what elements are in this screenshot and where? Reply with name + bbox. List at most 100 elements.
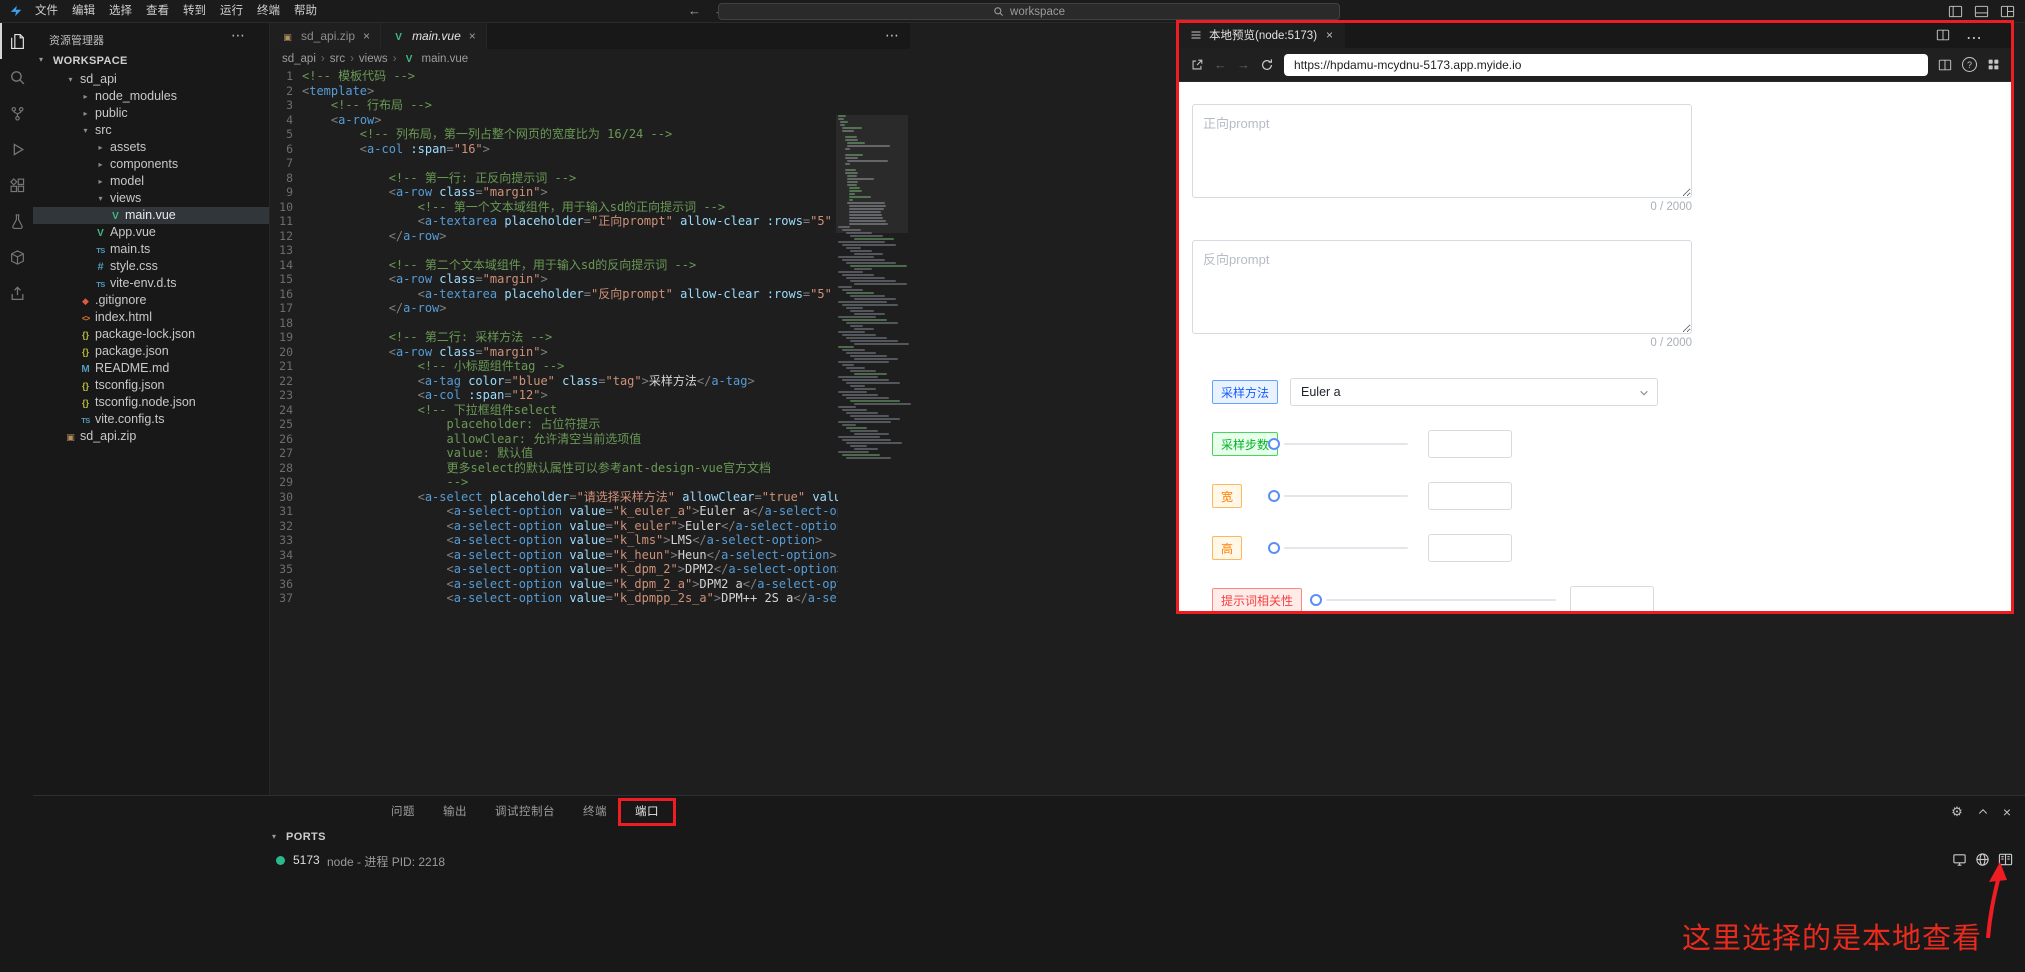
tree-item-views[interactable]: ▾views — [33, 190, 269, 207]
share-icon[interactable] — [0, 275, 33, 311]
browser-forward-icon[interactable]: → — [1237, 57, 1250, 72]
tree-item-main.vue[interactable]: main.vue — [33, 207, 269, 224]
steps-input[interactable] — [1428, 430, 1512, 458]
tree-item-tsconfig.json[interactable]: tsconfig.json — [33, 377, 269, 394]
more-actions-icon[interactable]: ⋯ — [1966, 28, 1982, 48]
remote-explorer-icon[interactable] — [0, 239, 33, 275]
testing-icon[interactable] — [0, 203, 33, 239]
settings-gear-icon[interactable]: ⚙ — [1951, 804, 1963, 820]
source-control-icon[interactable] — [0, 95, 33, 131]
tree-item-sd_api[interactable]: ▾sd_api — [33, 71, 269, 88]
height-slider-track[interactable] — [1284, 547, 1408, 549]
menubar-item[interactable]: 选择 — [102, 0, 139, 22]
chevron-up-icon[interactable] — [1977, 806, 1989, 818]
close-preview-icon[interactable]: × — [1326, 28, 1333, 42]
height-slider-handle[interactable] — [1268, 542, 1280, 554]
negative-prompt-textarea[interactable] — [1192, 240, 1692, 334]
command-center-search[interactable]: workspace — [718, 3, 1340, 20]
tree-item-assets[interactable]: ▸assets — [33, 139, 269, 156]
width-input[interactable] — [1428, 482, 1512, 510]
run-and-debug-icon[interactable] — [0, 131, 33, 167]
tree-item-vite.config.ts[interactable]: vite.config.ts — [33, 411, 269, 428]
cfg-slider-handle[interactable] — [1310, 594, 1322, 606]
close-tab-icon[interactable]: × — [469, 29, 476, 43]
code-line: placeholder: 占位符提示 — [302, 417, 838, 432]
explorer-icon[interactable] — [0, 23, 33, 59]
refresh-icon[interactable] — [1260, 58, 1274, 72]
tree-item-vite-env.d.ts[interactable]: vite-env.d.ts — [33, 275, 269, 292]
search-icon[interactable] — [0, 59, 33, 95]
url-bar[interactable]: https://hpdamu-mcydnu-5173.app.myide.io — [1284, 54, 1928, 76]
steps-slider-handle[interactable] — [1268, 438, 1280, 450]
tree-item-README.md[interactable]: README.md — [33, 360, 269, 377]
close-tab-icon[interactable]: × — [363, 29, 370, 43]
tree-item-main.ts[interactable]: main.ts — [33, 241, 269, 258]
history-back-icon[interactable]: ← — [688, 0, 701, 22]
open-external-icon[interactable] — [1190, 58, 1204, 72]
panel-tab[interactable]: 问题 — [377, 796, 429, 828]
workspace-section-header[interactable]: ▾ WORKSPACE — [33, 53, 269, 71]
local-preview-icon[interactable] — [1998, 852, 2013, 867]
json-file-icon — [78, 326, 93, 344]
height-input[interactable] — [1428, 534, 1512, 562]
breadcrumb-item[interactable]: sd_api — [282, 53, 316, 65]
steps-slider-track[interactable] — [1284, 443, 1408, 445]
tree-item-index.html[interactable]: index.html — [33, 309, 269, 326]
minimap-viewport[interactable] — [836, 115, 908, 233]
cfg-input[interactable] — [1570, 586, 1654, 612]
width-slider-handle[interactable] — [1268, 490, 1280, 502]
panel-tab[interactable]: 终端 — [569, 796, 621, 828]
tree-item-package-lock.json[interactable]: package-lock.json — [33, 326, 269, 343]
menubar-item[interactable]: 查看 — [139, 0, 176, 22]
positive-prompt-textarea[interactable] — [1192, 104, 1692, 198]
tree-item-sd_api.zip[interactable]: sd_api.zip — [33, 428, 269, 445]
tree-item-style.css[interactable]: style.css — [33, 258, 269, 275]
toggle-sidebar-icon[interactable] — [1948, 4, 1963, 19]
close-panel-icon[interactable]: × — [2003, 804, 2011, 820]
customize-layout-icon[interactable] — [2000, 4, 2015, 19]
breadcrumb-item[interactable]: main.vue — [422, 53, 469, 65]
tree-item-package.json[interactable]: package.json — [33, 343, 269, 360]
menubar-item[interactable]: 运行 — [213, 0, 250, 22]
editor-more-actions-icon[interactable]: ⋯ — [885, 27, 900, 44]
panel-tab[interactable]: 端口 — [621, 796, 673, 828]
minimap[interactable] — [838, 115, 906, 460]
tree-item-src[interactable]: ▾src — [33, 122, 269, 139]
ports-section-header[interactable]: ▾ PORTS — [33, 828, 2025, 850]
tree-item-tsconfig.node.json[interactable]: tsconfig.node.json — [33, 394, 269, 411]
tree-item-components[interactable]: ▸components — [33, 156, 269, 173]
menubar-item[interactable]: 文件 — [28, 0, 65, 22]
help-icon[interactable]: ? — [1962, 57, 1977, 72]
menubar-item[interactable]: 终端 — [250, 0, 287, 22]
browser-back-icon[interactable]: ← — [1214, 57, 1227, 72]
preview-tab[interactable]: 本地预览(node:5173) × — [1178, 22, 1345, 48]
width-slider-track[interactable] — [1284, 495, 1408, 497]
tree-item-model[interactable]: ▸model — [33, 173, 269, 190]
apps-grid-icon[interactable] — [1987, 58, 2000, 71]
device-preview-icon[interactable] — [1952, 852, 1967, 867]
split-view-icon[interactable] — [1938, 58, 1952, 72]
extensions-icon[interactable] — [0, 167, 33, 203]
menubar-item[interactable]: 编辑 — [65, 0, 102, 22]
breadcrumb-separator: › — [321, 53, 325, 65]
panel-tab[interactable]: 输出 — [429, 796, 481, 828]
toggle-panel-icon[interactable] — [1974, 4, 1989, 19]
editor-tab-main.vue[interactable]: main.vue× — [381, 23, 487, 49]
cfg-slider-track[interactable] — [1326, 599, 1556, 601]
tree-item-App.vue[interactable]: App.vue — [33, 224, 269, 241]
split-editor-icon[interactable] — [1936, 28, 1950, 48]
tree-item-.gitignore[interactable]: .gitignore — [33, 292, 269, 309]
panel-tab[interactable]: 调试控制台 — [481, 796, 569, 828]
menubar-item[interactable]: 转到 — [176, 0, 213, 22]
port-row[interactable]: 5173 node - 进程 PID: 2218 — [33, 850, 2025, 872]
sampler-select[interactable]: Euler a — [1290, 378, 1658, 406]
tree-item-node_modules[interactable]: ▸node_modules — [33, 88, 269, 105]
open-in-browser-icon[interactable] — [1975, 852, 1990, 867]
tree-item-public[interactable]: ▸public — [33, 105, 269, 122]
menubar-item[interactable]: 帮助 — [287, 0, 324, 22]
editor-tab-sd_api.zip[interactable]: sd_api.zip× — [270, 23, 381, 49]
breadcrumb-item[interactable]: views — [359, 53, 388, 65]
sidebar-more-actions-icon[interactable]: ⋯ — [231, 27, 246, 44]
code-line: <template> — [302, 84, 838, 99]
breadcrumb-item[interactable]: src — [330, 53, 345, 65]
